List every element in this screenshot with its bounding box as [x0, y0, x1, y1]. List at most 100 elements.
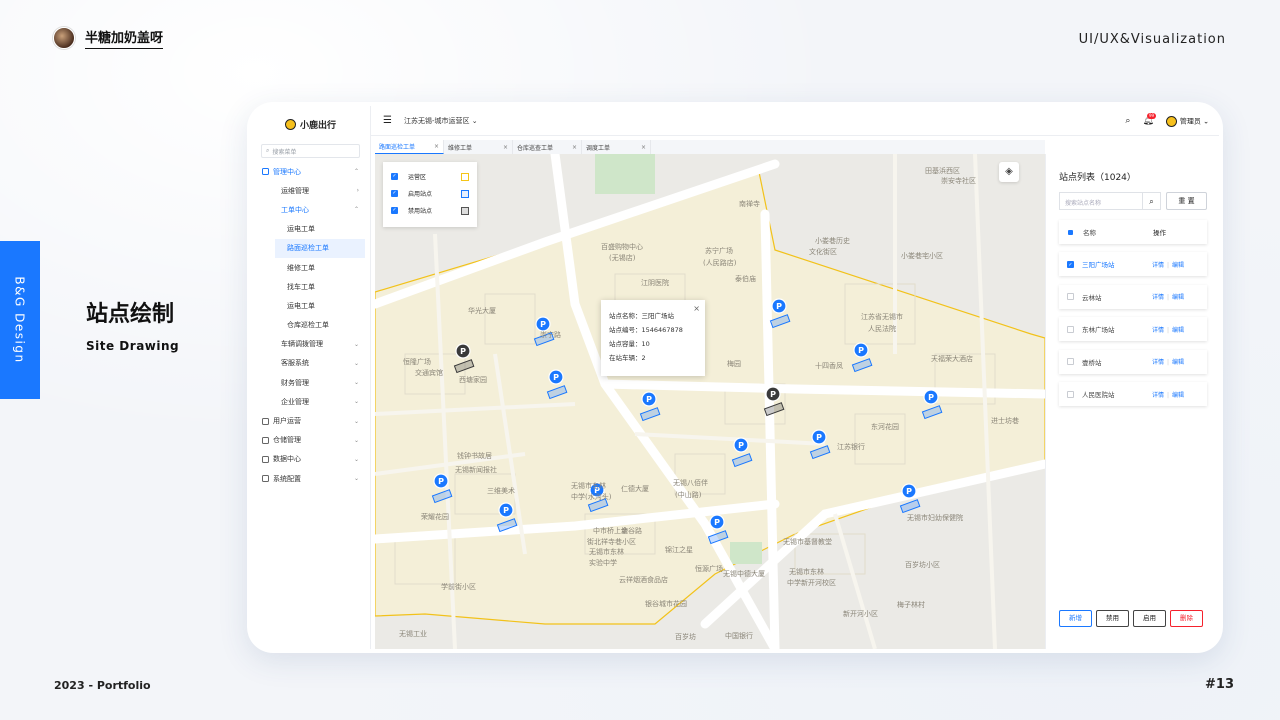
menu-item-icon — [262, 455, 269, 463]
region-selector[interactable]: 江苏无锡-城市运营区 ⌄ — [404, 116, 478, 126]
station-row[interactable]: 东林广场站 详情 | 编辑 — [1059, 317, 1207, 341]
map-place-label: 无锡市东林 — [571, 482, 606, 490]
row-checkbox[interactable] — [1067, 358, 1074, 365]
tab-0[interactable]: 路面巡检工单 × — [375, 140, 444, 154]
legend-item[interactable]: ✓ 运营区 — [391, 168, 469, 185]
map-place-label: 百岁坊 — [675, 633, 696, 641]
sidebar-item[interactable]: 数据中心 ⌄ — [251, 450, 370, 469]
sidebar-item[interactable]: 运电工单 — [251, 220, 370, 239]
menu-toggle-icon[interactable]: ☰ — [383, 115, 392, 126]
user-menu[interactable]: 管理员 ⌄ — [1165, 115, 1209, 127]
map-legend: ✓ 运营区 ✓ 启用站点 ✓ 禁用站点 — [383, 162, 477, 227]
notification-bell-icon[interactable]: 🔔︎ 99 — [1142, 113, 1156, 126]
close-tab-icon[interactable]: × — [503, 144, 508, 151]
map-place-label: 梅园 — [727, 360, 741, 368]
sidebar-item[interactable]: 运电工单 — [251, 296, 370, 315]
tab-1[interactable]: 维修工单 × — [444, 140, 513, 154]
sidebar-item[interactable]: 工单中心 ⌃ — [251, 200, 370, 219]
detail-link[interactable]: 详情 — [1152, 392, 1164, 399]
layers-icon[interactable]: ◈ — [999, 162, 1019, 182]
legend-checkbox[interactable]: ✓ — [391, 173, 398, 180]
row-checkbox[interactable]: ✓ — [1067, 260, 1074, 268]
detail-link[interactable]: 详情 — [1152, 294, 1164, 301]
row-checkbox[interactable] — [1067, 390, 1074, 398]
sidebar-item[interactable]: 维修工单 — [251, 258, 370, 277]
select-all-checkbox[interactable] — [1068, 229, 1073, 235]
region-label: 江苏无锡-城市运营区 — [403, 116, 470, 125]
edit-link[interactable]: 编辑 — [1172, 262, 1184, 269]
legend-item[interactable]: ✓ 禁用站点 — [391, 202, 469, 219]
map-place-label: 江苏省无锡市 — [861, 313, 903, 321]
sidebar-item-label: 维修工单 — [287, 263, 315, 272]
sidebar-item-label: 仓库巡检工单 — [287, 321, 329, 330]
menu-item-icon — [262, 475, 269, 483]
row-checkbox[interactable] — [1067, 293, 1074, 300]
station-search-input[interactable]: 搜索站点名称 — [1059, 192, 1143, 210]
edit-link[interactable]: 编辑 — [1172, 359, 1184, 366]
sidebar-item-label: 运电工单 — [287, 301, 315, 310]
slide-subtitle: Site Drawing — [86, 339, 180, 353]
map-place-label: 无锡中德大厦 — [723, 570, 765, 578]
disable-button[interactable]: 禁用 — [1096, 610, 1129, 627]
station-row[interactable]: 人民医院站 详情 | 编辑 — [1059, 382, 1207, 406]
station-row[interactable]: 云林站 详情 | 编辑 — [1059, 284, 1207, 309]
close-tab-icon[interactable]: × — [641, 144, 646, 151]
station-list-header: 名称 操作 — [1059, 220, 1207, 244]
chevron-down-icon: ⌄ — [353, 359, 359, 367]
close-icon[interactable]: × — [693, 302, 700, 316]
row-checkbox[interactable] — [1067, 325, 1074, 333]
station-row[interactable]: ✓ 三阳广场站 详情 | 编辑 — [1059, 252, 1207, 276]
edit-link[interactable]: 编辑 — [1172, 327, 1184, 334]
menu-search-input[interactable]: ⌕ 搜索菜单 — [261, 144, 360, 158]
sidebar-item[interactable]: 管理中心 ⌃ — [251, 162, 370, 181]
sidebar-item[interactable]: 系统配置 ⌄ — [251, 469, 370, 488]
map-place-label: 中学新开河校区 — [787, 579, 836, 587]
edit-link[interactable]: 编辑 — [1172, 294, 1184, 301]
menu-item-icon — [262, 417, 269, 425]
admin-name: 管理员 — [1179, 117, 1201, 125]
map-view[interactable]: PPPPPPPPPPPPPPP 百盛购物中心 (无锡店) 苏宁广场 (人民路店) 江阴医… — [375, 154, 1045, 649]
legend-checkbox[interactable]: ✓ — [391, 190, 398, 197]
tab-label: 路面巡检工单 — [379, 144, 416, 151]
sidebar-item-label: 管理中心 — [273, 167, 301, 176]
tab-label: 维修工单 — [448, 144, 473, 152]
chevron-down-icon: ⌄ — [353, 417, 359, 425]
reset-button[interactable]: 重 置 — [1166, 192, 1207, 210]
parking-p-glyph: P — [816, 433, 822, 442]
legend-item[interactable]: ✓ 启用站点 — [391, 185, 469, 202]
sidebar-item[interactable]: 仓储管理 ⌄ — [251, 431, 370, 450]
sidebar-item[interactable]: 财务管理 ⌄ — [251, 373, 370, 392]
separator: | — [1167, 359, 1170, 366]
legend-checkbox[interactable]: ✓ — [391, 207, 398, 214]
column-operation: 操作 — [1153, 229, 1166, 237]
sidebar-item[interactable]: 客服系统 ⌄ — [251, 354, 370, 373]
map-place-label: 金谷路 — [621, 527, 642, 535]
delete-button[interactable]: 删除 — [1170, 610, 1203, 627]
station-row[interactable]: 壹桥站 详情 | 编辑 — [1059, 349, 1207, 374]
enable-button[interactable]: 启用 — [1133, 610, 1166, 627]
app-logo-text: 小鹿出行 — [299, 120, 336, 131]
add-button[interactable]: 新增 — [1059, 610, 1092, 627]
map-place-label: 百盛购物中心 — [601, 243, 643, 251]
sidebar-item-label: 运维管理 — [281, 186, 309, 195]
close-tab-icon[interactable]: × — [434, 143, 439, 150]
tab-2[interactable]: 仓库巡查工单 × — [513, 140, 582, 154]
sidebar-item[interactable]: 用户运营 ⌄ — [251, 411, 370, 430]
station-name: 壹桥站 — [1082, 358, 1102, 367]
detail-link[interactable]: 详情 — [1152, 262, 1164, 269]
sidebar-item[interactable]: 企业管理 ⌄ — [251, 392, 370, 411]
map-place-label: 学前街小区 — [441, 583, 476, 591]
sidebar-item[interactable]: 找车工单 — [251, 277, 370, 296]
search-icon[interactable]: ⌕ — [1125, 116, 1130, 126]
sidebar-item[interactable]: 仓库巡检工单 — [251, 316, 370, 335]
search-icon[interactable]: ⌕ — [1143, 192, 1161, 210]
map-place-label: 无锡工业 — [399, 630, 427, 638]
detail-link[interactable]: 详情 — [1152, 327, 1164, 334]
sidebar-item[interactable]: 路面巡检工单 — [275, 238, 365, 258]
edit-link[interactable]: 编辑 — [1172, 392, 1184, 399]
close-tab-icon[interactable]: × — [572, 144, 577, 151]
sidebar-item[interactable]: 车辆调拨管理 ⌄ — [251, 335, 370, 354]
tab-3[interactable]: 调度工单 × — [582, 140, 651, 154]
sidebar-item[interactable]: 运维管理 › — [251, 181, 370, 200]
detail-link[interactable]: 详情 — [1152, 359, 1164, 366]
